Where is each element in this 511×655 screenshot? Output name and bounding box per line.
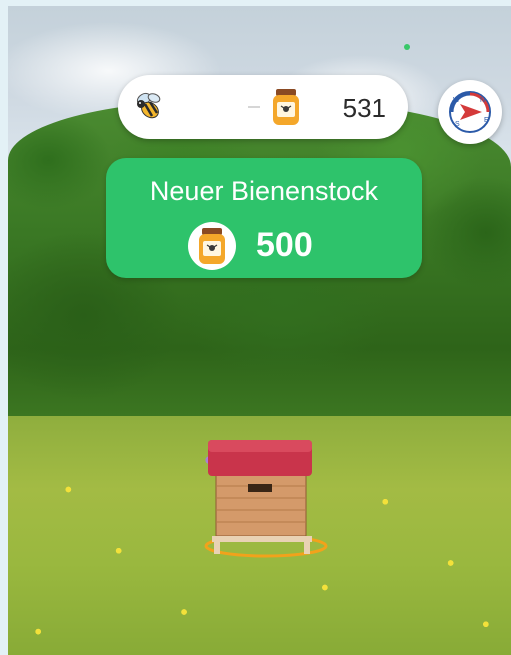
resource-bar: 531 [118, 75, 408, 139]
bee-icon [136, 92, 161, 119]
price-icon-wrapper [188, 222, 236, 270]
divider [248, 106, 260, 108]
beehive-ar-object[interactable] [196, 436, 336, 566]
compass-letter-s: S [455, 121, 460, 128]
new-hive-title: Neuer Bienenstock [149, 176, 379, 206]
price-value: 500 [256, 226, 313, 264]
new-hive-button[interactable]: Neuer Bienenstock 500 [106, 158, 422, 278]
compass-letter-n: N [480, 97, 485, 104]
honey-count: 531 [342, 93, 386, 123]
compass-letter-e: E [484, 117, 489, 124]
compass-button[interactable]: N E S W [438, 80, 502, 144]
honey-jar-icon [199, 228, 225, 264]
compass-icon: N E S W [449, 91, 491, 133]
compass-letter-w: W [453, 97, 460, 104]
location-dot [404, 44, 410, 50]
honey-jar-icon [273, 89, 299, 125]
